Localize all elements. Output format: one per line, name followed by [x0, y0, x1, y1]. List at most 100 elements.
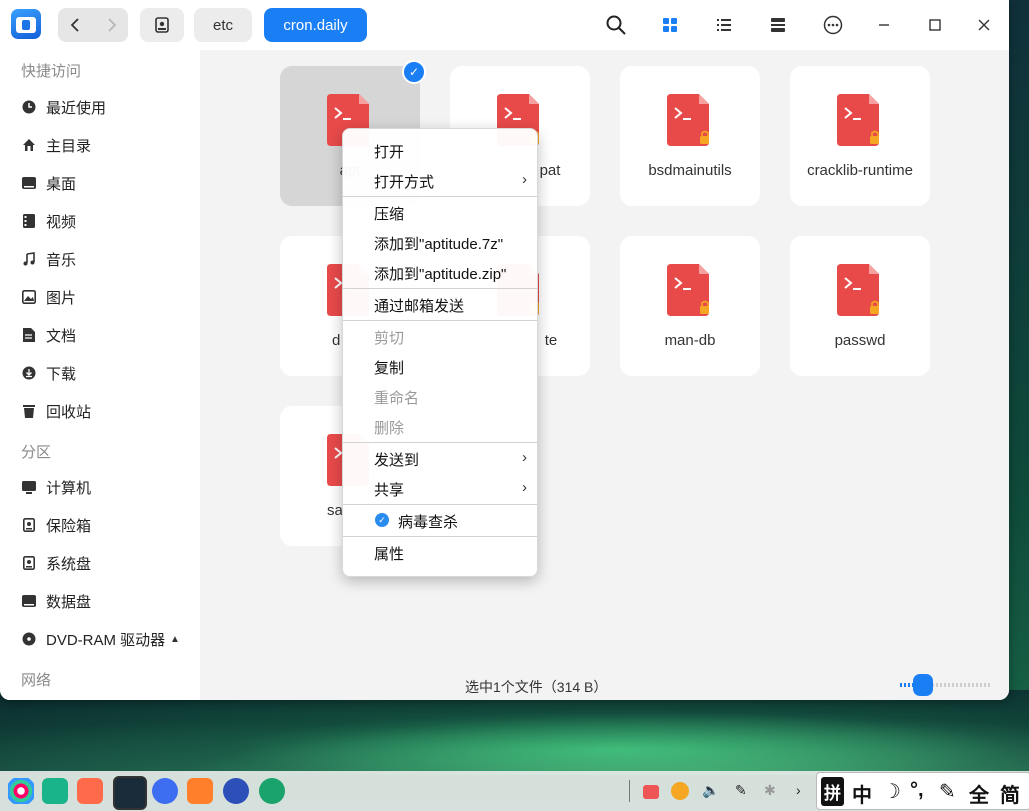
menu-item-cut[interactable]: 剪切 [343, 321, 537, 351]
file-tile[interactable]: man-db [620, 236, 760, 376]
chevron-right-icon: › [522, 171, 527, 188]
section-quick-access: 快捷访问 [21, 63, 82, 80]
zoom-slider[interactable] [900, 674, 990, 696]
list-view-button[interactable] [709, 10, 739, 40]
close-button[interactable] [969, 10, 999, 40]
eject-icon[interactable]: ▲ [170, 634, 180, 645]
multitask-view-icon[interactable] [42, 778, 68, 804]
file-name: bsdmainutils [648, 162, 732, 179]
menu-item-label: 属性 [374, 546, 405, 563]
menu-button[interactable] [818, 10, 848, 40]
menu-item-label: 共享 [374, 482, 405, 499]
ime-fullwidth-button[interactable]: 全 [969, 779, 989, 808]
volume-icon[interactable]: 🔈 [702, 782, 719, 799]
menu-item-rename[interactable]: 重命名 [343, 381, 537, 411]
pen-tray-icon[interactable]: ✎ [735, 782, 747, 799]
sidebar-item-pictures[interactable]: 图片 [0, 279, 200, 315]
menu-item-copy[interactable]: 复制 [343, 351, 537, 381]
ime-pinyin-button[interactable]: 拼 [821, 777, 844, 806]
video-icon [21, 213, 37, 229]
document-icon [21, 327, 37, 343]
tray-expand-icon[interactable]: › [796, 782, 801, 798]
minimize-button[interactable] [869, 10, 899, 40]
security-tray-icon[interactable] [671, 782, 689, 800]
moon-icon[interactable]: ☽ [883, 779, 901, 804]
breadcrumb-etc[interactable]: etc [194, 8, 252, 42]
menu-item-open-with[interactable]: 打开方式 › [343, 165, 537, 195]
menu-item-send-mail[interactable]: 通过邮箱发送 [343, 289, 537, 319]
menu-item-properties[interactable]: 属性 [343, 537, 537, 567]
menu-item-add-7z[interactable]: 添加到"aptitude.7z" [343, 227, 537, 257]
forward-button[interactable] [93, 8, 128, 42]
disk-icon [155, 17, 169, 33]
sidebar-item-label: 文档 [46, 327, 77, 345]
browser-icon[interactable] [152, 778, 178, 804]
launcher-icon[interactable] [8, 778, 34, 804]
menu-item-add-zip[interactable]: 添加到"aptitude.zip" [343, 257, 537, 287]
slider-handle[interactable] [912, 674, 933, 696]
sidebar-item-data-disk[interactable]: 数据盘 [0, 583, 200, 619]
sidebar-item-desktop[interactable]: 桌面 [0, 165, 200, 201]
breadcrumb-root-disk[interactable] [140, 8, 184, 42]
file-tile[interactable]: bsdmainutils [620, 66, 760, 206]
tray-divider [629, 780, 630, 802]
file-tile[interactable]: passwd [790, 236, 930, 376]
sidebar-item-music[interactable]: 音乐 [0, 241, 200, 277]
ime-punctuation-button[interactable]: °, [910, 779, 924, 802]
settings-icon[interactable] [223, 778, 249, 804]
back-button[interactable] [58, 8, 93, 42]
file-tile[interactable]: cracklib-runtime [790, 66, 930, 206]
breadcrumb-cron-daily[interactable]: cron.daily [264, 8, 367, 42]
sidebar-item-label: 桌面 [46, 175, 77, 193]
ime-chinese-mode-button[interactable]: 中 [852, 779, 872, 808]
menu-item-compress[interactable]: 压缩 [343, 197, 537, 227]
menu-item-label: 添加到"aptitude.zip" [374, 266, 507, 283]
file-name: passwd [834, 332, 886, 349]
ime-handwriting-button[interactable]: ✎ [939, 779, 956, 804]
sidebar-item-dvd[interactable]: DVD-RAM 驱动器 ▲ [0, 621, 200, 657]
sidebar-item-vault[interactable]: 保险箱 [0, 507, 200, 543]
app-store-icon[interactable] [77, 778, 103, 804]
sidebar-item-label: DVD-RAM 驱动器 [46, 631, 166, 649]
sidebar-item-computer[interactable]: 计算机 [0, 469, 200, 505]
bluetooth-icon[interactable]: ✱ [764, 782, 776, 799]
computer-icon [21, 479, 37, 495]
ime-simplified-button[interactable]: 简 [1000, 779, 1020, 808]
menu-item-label: 打开方式 [374, 174, 435, 191]
section-network: 网络 [21, 672, 52, 689]
app-store-bag-icon[interactable] [187, 778, 213, 804]
menu-item-label: 病毒查杀 [398, 514, 459, 531]
grid-view-icon [663, 18, 677, 32]
menu-item-virus-scan[interactable]: ✓ 病毒查杀 [343, 505, 537, 535]
home-icon [21, 137, 37, 153]
screenshot-tray-icon[interactable] [643, 785, 659, 799]
sidebar-item-home[interactable]: 主目录 [0, 127, 200, 163]
menu-item-label: 添加到"aptitude.7z" [374, 236, 504, 253]
input-method-toolbar: 拼 中 ☽ °, ✎ 全 简 [816, 772, 1029, 810]
file-view: apt ✓ pat bsdmainutils cracklib-runtime … [200, 50, 1009, 700]
dvd-icon [21, 631, 37, 647]
tree-view-button[interactable] [763, 10, 793, 40]
nav-buttons [58, 8, 128, 42]
menu-item-send-to[interactable]: 发送到 › [343, 443, 537, 473]
sidebar-item-videos[interactable]: 视频 [0, 203, 200, 239]
minimize-icon [879, 24, 889, 26]
sidebar-item-trash[interactable]: 回收站 [0, 393, 200, 429]
data-disk-icon [21, 593, 37, 609]
sidebar-item-documents[interactable]: 文档 [0, 317, 200, 353]
menu-item-open[interactable]: 打开 [343, 135, 537, 165]
sidebar-item-label: 最近使用 [46, 99, 107, 117]
menu-item-label: 剪切 [374, 330, 405, 347]
locked-script-icon [667, 94, 709, 146]
sidebar-item-system-disk[interactable]: 系统盘 [0, 545, 200, 581]
menu-item-delete[interactable]: 删除 [343, 411, 537, 441]
selected-check-icon: ✓ [402, 60, 426, 84]
menu-item-share[interactable]: 共享 › [343, 473, 537, 503]
icon-view-button[interactable] [655, 10, 685, 40]
sidebar-item-recent[interactable]: 最近使用 [0, 89, 200, 125]
search-button[interactable] [601, 10, 631, 40]
file-manager-dock-icon[interactable] [113, 776, 147, 810]
sidebar-item-downloads[interactable]: 下载 [0, 355, 200, 391]
maximize-button[interactable] [920, 10, 950, 40]
support-icon[interactable] [259, 778, 285, 804]
